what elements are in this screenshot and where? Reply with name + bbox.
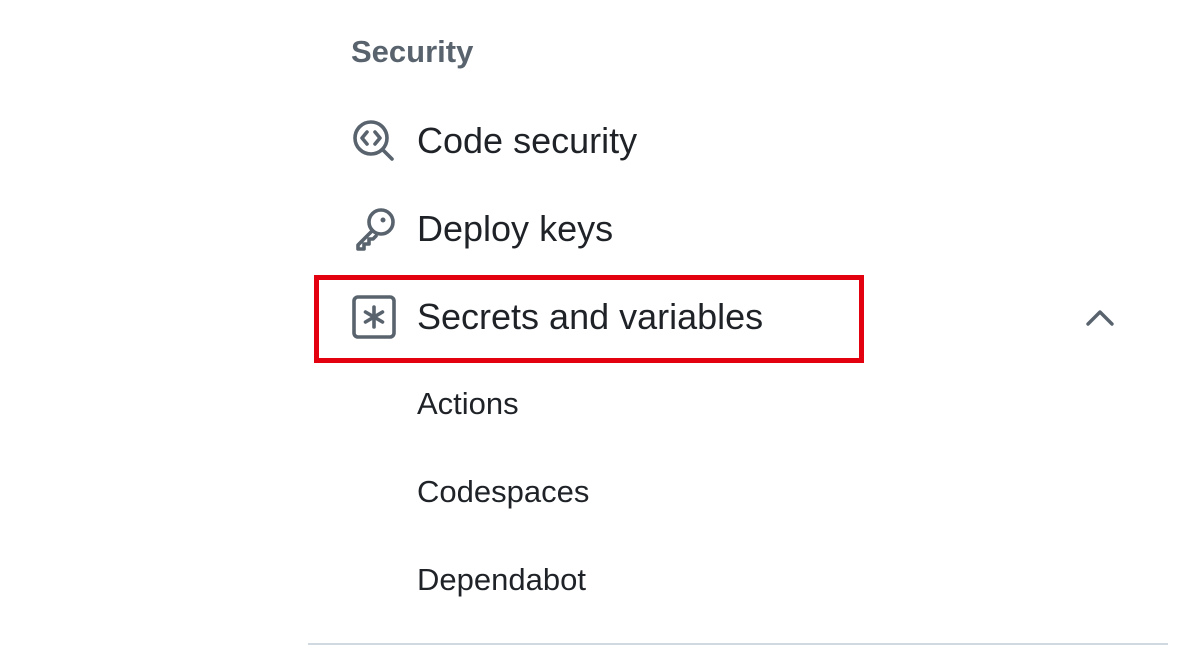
sub-item-actions[interactable]: Actions [417, 374, 1117, 434]
sub-item-codespaces[interactable]: Codespaces [417, 462, 1117, 522]
settings-sidebar: Security Code security Deploy keys Secre… [0, 0, 1202, 652]
sidebar-item-code-security[interactable]: Code security [340, 106, 1140, 176]
divider [308, 643, 1168, 645]
sub-item-dependabot[interactable]: Dependabot [417, 550, 1117, 610]
key-asterisk-icon [350, 293, 398, 341]
sidebar-item-label: Secrets and variables [417, 296, 764, 337]
sidebar-item-label: Deploy keys [417, 208, 614, 249]
chevron-up-icon[interactable] [1080, 298, 1120, 338]
sidebar-item-deploy-keys[interactable]: Deploy keys [340, 194, 1140, 264]
key-icon [350, 205, 398, 253]
sidebar-item-label: Code security [417, 120, 638, 161]
sidebar-item-secrets-and-variables[interactable]: Secrets and variables [340, 282, 1140, 352]
codescan-icon [350, 117, 398, 165]
section-heading-security: Security [351, 34, 474, 69]
